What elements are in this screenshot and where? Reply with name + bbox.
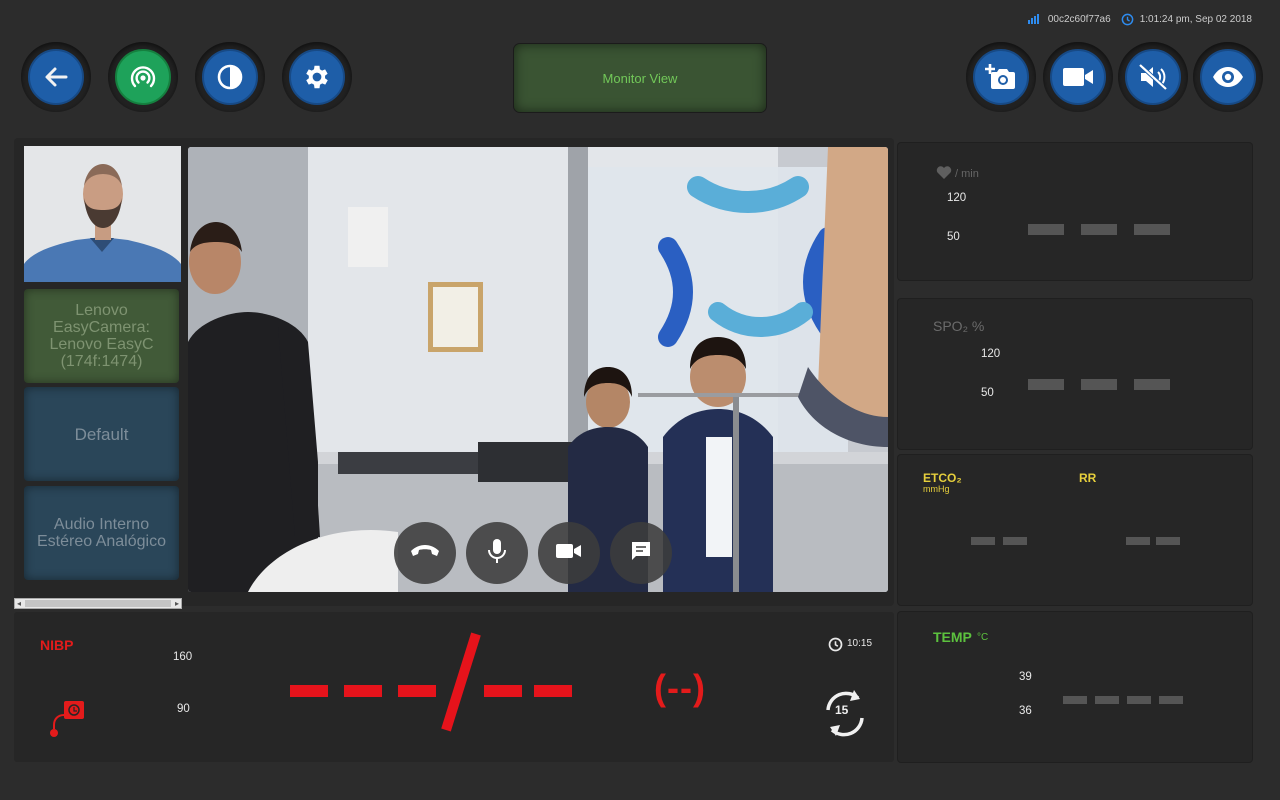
systolic-placeholder xyxy=(290,685,328,697)
camera-select-button[interactable]: Lenovo EasyCamera: Lenovo EasyC (174f:14… xyxy=(24,289,179,383)
device-id: 00c2c60f77a6 xyxy=(1047,13,1111,25)
monitor-view-button[interactable]: Monitor View xyxy=(514,44,766,112)
heart-rate-unit: / min xyxy=(955,168,979,180)
datetime: 1:01:24 pm, Sep 02 2018 xyxy=(1139,13,1252,25)
temp-low-limit: 36 xyxy=(1019,705,1032,717)
settings-button[interactable] xyxy=(282,42,352,112)
nibp-mean: (--) xyxy=(654,667,706,708)
spo2-value-placeholder xyxy=(1028,379,1064,390)
clock-icon xyxy=(828,637,843,657)
bp-slash xyxy=(438,632,486,737)
temperature-panel: TEMP °C 39 36 xyxy=(898,612,1252,762)
heart-rate-panel: / min 120 50 xyxy=(898,143,1252,280)
temp-value-placeholder xyxy=(1095,696,1119,704)
spo2-high-limit: 120 xyxy=(981,348,1001,360)
hang-up-icon xyxy=(409,541,441,566)
broadcast-icon xyxy=(128,62,158,92)
spo2-value-placeholder xyxy=(1134,379,1170,390)
heart-rate-value-placeholder xyxy=(1134,224,1170,235)
temp-unit: °C xyxy=(977,632,989,643)
etco2-label: ETCO₂ xyxy=(923,471,962,485)
temp-value-placeholder xyxy=(1127,696,1151,704)
etco2-unit: mmHg xyxy=(923,484,950,494)
diastolic-placeholder xyxy=(534,685,572,697)
chat-icon xyxy=(629,539,653,568)
rr-value-placeholder xyxy=(1156,537,1180,545)
etco2-value-placeholder xyxy=(1003,537,1027,545)
audio-input-select-button[interactable]: Audio Interno Estéreo Analógico xyxy=(24,486,179,580)
systolic-placeholder xyxy=(398,685,436,697)
remote-video-feed xyxy=(188,147,888,592)
spo2-panel: SPO₂ % 120 50 xyxy=(898,299,1252,449)
monitor-view-label: Monitor View xyxy=(602,70,678,86)
contrast-button[interactable] xyxy=(195,42,265,112)
self-video-preview xyxy=(24,146,181,282)
rr-label: RR xyxy=(1079,471,1097,485)
nibp-panel: NIBP 160 90 (--) 10:15 15 xyxy=(14,612,894,762)
signal-bars-icon xyxy=(1027,14,1042,24)
temp-value-placeholder xyxy=(1159,696,1183,704)
spo2-value-placeholder xyxy=(1081,379,1117,390)
eye-icon xyxy=(1211,65,1245,89)
camera-select-label: Lenovo EasyCamera: Lenovo EasyC (174f:14… xyxy=(49,302,154,370)
audio-output-label: Default xyxy=(74,424,129,444)
temp-high-limit: 39 xyxy=(1019,671,1032,683)
nibp-high-limit: 160 xyxy=(173,651,193,663)
nibp-time: 10:15 xyxy=(847,638,873,649)
spo2-label: SPO₂ % xyxy=(933,318,985,334)
chat-button[interactable] xyxy=(610,522,672,584)
view-button[interactable] xyxy=(1193,42,1263,112)
horizontal-scrollbar[interactable]: ◂ ▸ xyxy=(14,598,182,609)
bp-cuff-icon[interactable] xyxy=(48,697,88,746)
diastolic-placeholder xyxy=(484,685,522,697)
microphone-button[interactable] xyxy=(466,522,528,584)
hang-up-button[interactable] xyxy=(394,522,456,584)
spo2-low-limit: 50 xyxy=(981,387,994,399)
heart-rate-value-placeholder xyxy=(1081,224,1117,235)
broadcast-button[interactable] xyxy=(108,42,178,112)
temp-label: TEMP xyxy=(933,629,972,645)
video-toggle-button[interactable] xyxy=(1043,42,1113,112)
nibp-interval: 15 xyxy=(835,703,849,717)
nibp-label: NIBP xyxy=(40,637,74,653)
systolic-placeholder xyxy=(344,685,382,697)
heart-rate-value-placeholder xyxy=(1028,224,1064,235)
gear-icon xyxy=(302,62,332,92)
remote-video-frame xyxy=(188,147,888,592)
back-button[interactable] xyxy=(21,42,91,112)
scroll-right-arrow-icon[interactable]: ▸ xyxy=(175,599,179,608)
audio-output-select-button[interactable]: Default xyxy=(24,387,179,481)
clock-icon xyxy=(1121,13,1134,26)
contrast-icon xyxy=(215,62,245,92)
microphone-icon xyxy=(486,537,508,570)
etco2-panel: ETCO₂ mmHg RR xyxy=(898,455,1252,605)
scroll-left-arrow-icon[interactable]: ◂ xyxy=(17,599,21,608)
nibp-low-limit: 90 xyxy=(177,703,190,715)
add-photo-icon xyxy=(984,62,1018,92)
video-camera-icon xyxy=(1061,65,1095,89)
nibp-auto-interval-button[interactable]: 15 xyxy=(814,684,874,742)
rr-value-placeholder xyxy=(1126,537,1150,545)
mute-button[interactable] xyxy=(1118,42,1188,112)
heart-rate-high-limit: 120 xyxy=(947,192,967,204)
audio-input-label: Audio Interno Estéreo Analógico xyxy=(37,516,166,550)
heart-rate-low-limit: 50 xyxy=(947,231,960,243)
scrollbar-thumb[interactable] xyxy=(25,600,171,607)
temp-value-placeholder xyxy=(1063,696,1087,704)
status-bar: 00c2c60f77a6 1:01:24 pm, Sep 02 2018 xyxy=(1027,10,1252,28)
video-camera-icon xyxy=(555,542,583,565)
mute-icon xyxy=(1137,62,1169,92)
heart-icon xyxy=(936,166,952,185)
back-arrow-icon xyxy=(42,63,70,91)
snapshot-button[interactable] xyxy=(966,42,1036,112)
self-video-frame xyxy=(24,146,181,282)
camera-button[interactable] xyxy=(538,522,600,584)
etco2-value-placeholder xyxy=(971,537,995,545)
